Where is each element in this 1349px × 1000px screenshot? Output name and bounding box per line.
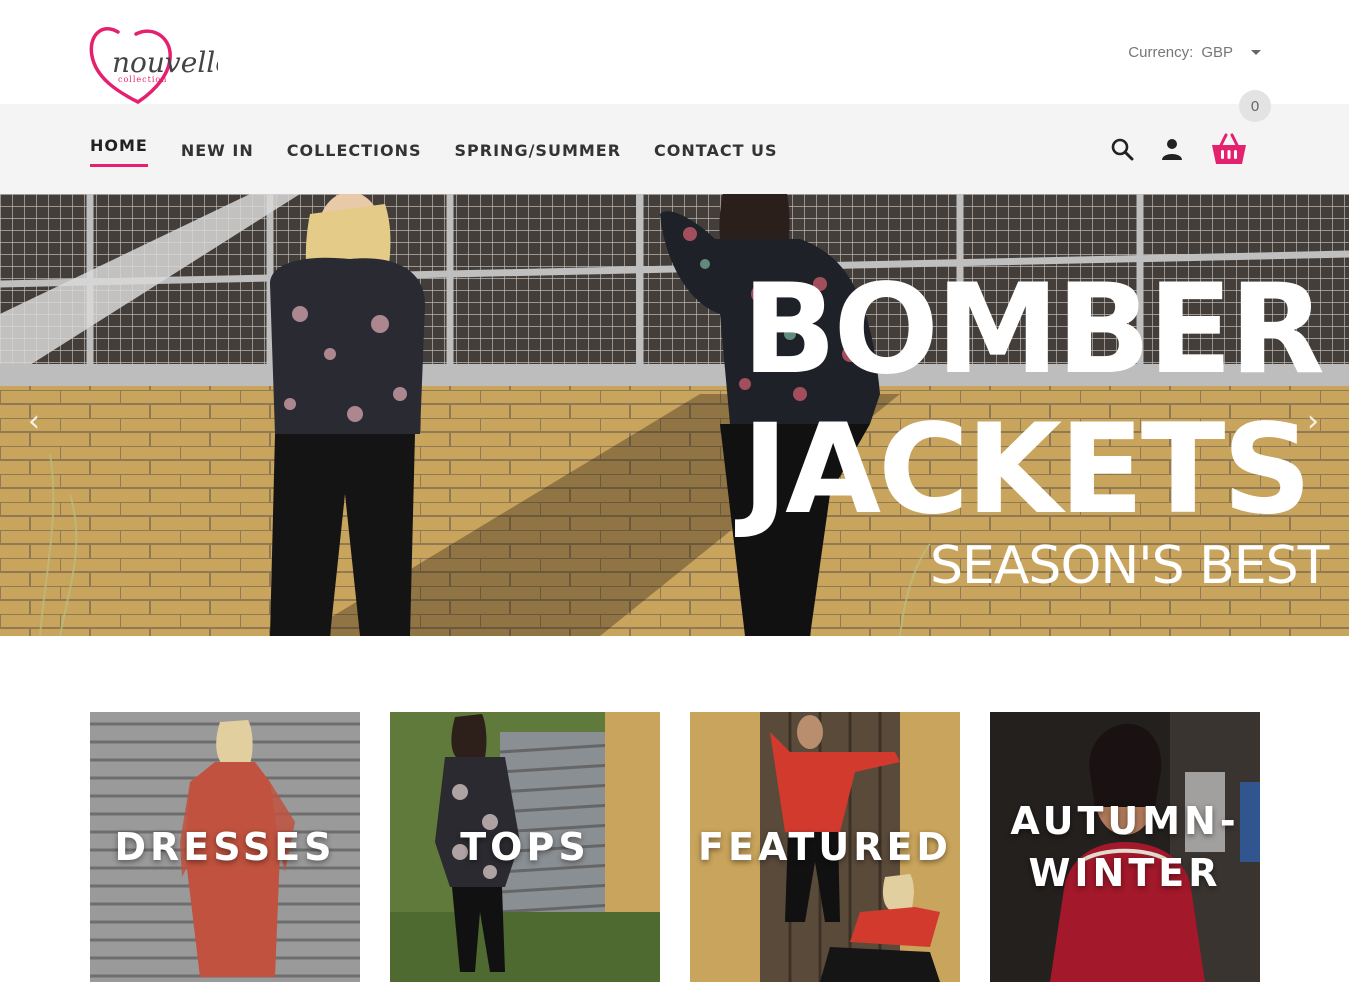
nav-item-contact-us[interactable]: CONTACT US xyxy=(654,139,778,160)
caret-down-icon xyxy=(1251,50,1261,55)
hero-title: BOMBER JACKETS xyxy=(742,258,1325,542)
main-nav: HOME NEW IN COLLECTIONS SPRING/SUMMER CO… xyxy=(0,90,1349,194)
slider-prev-arrow[interactable]: ‹ xyxy=(28,404,40,439)
nav-item-spring-summer[interactable]: SPRING/SUMMER xyxy=(455,139,622,160)
nav-item-new-in[interactable]: NEW IN xyxy=(181,139,254,160)
category-label-featured: FEATURED xyxy=(698,825,952,869)
nav-icons: 0 xyxy=(1109,90,1271,194)
category-label-dresses: DRESSES xyxy=(114,825,336,869)
hero-title-line1: BOMBER xyxy=(742,258,1325,402)
hero-slider[interactable]: ‹ › BOMBER JACKETS SEASON'S BEST xyxy=(0,194,1349,636)
category-tile-tops[interactable]: TOPS xyxy=(390,712,660,982)
nav-menu: HOME NEW IN COLLECTIONS SPRING/SUMMER CO… xyxy=(90,104,778,194)
category-tile-dresses[interactable]: DRESSES xyxy=(90,712,360,982)
hero-subtitle: SEASON'S BEST xyxy=(930,536,1329,596)
brand-logo[interactable]: nouvelle collection xyxy=(88,22,232,106)
logo-subtext: collection xyxy=(118,75,167,84)
currency-label: Currency: xyxy=(1128,44,1194,61)
nav-item-home[interactable]: HOME xyxy=(90,136,148,167)
cart-button[interactable]: 0 xyxy=(1209,90,1271,166)
category-label-tops: TOPS xyxy=(460,825,590,869)
header: nouvelle collection Currency: GBP xyxy=(0,0,1349,106)
currency-selector[interactable]: Currency: GBP xyxy=(1128,44,1261,61)
user-icon[interactable] xyxy=(1159,136,1185,162)
hero-title-line2: JACKETS xyxy=(742,398,1312,542)
basket-icon xyxy=(1212,133,1246,164)
category-tile-featured[interactable]: FEATURED xyxy=(690,712,960,982)
category-tile-autumn-winter[interactable]: AUTUMN-WINTER xyxy=(990,712,1260,982)
cart-count-badge: 0 xyxy=(1239,90,1271,122)
currency-value: GBP xyxy=(1201,44,1233,61)
category-grid: DRESSES TOPS FEATURED AUTUMN-WINTER xyxy=(90,712,1260,982)
category-label-autumn-winter: AUTUMN-WINTER xyxy=(1010,799,1240,895)
logo-graphic: nouvelle collection xyxy=(89,26,232,105)
search-icon[interactable] xyxy=(1109,136,1135,162)
nav-item-collections[interactable]: COLLECTIONS xyxy=(287,139,422,160)
